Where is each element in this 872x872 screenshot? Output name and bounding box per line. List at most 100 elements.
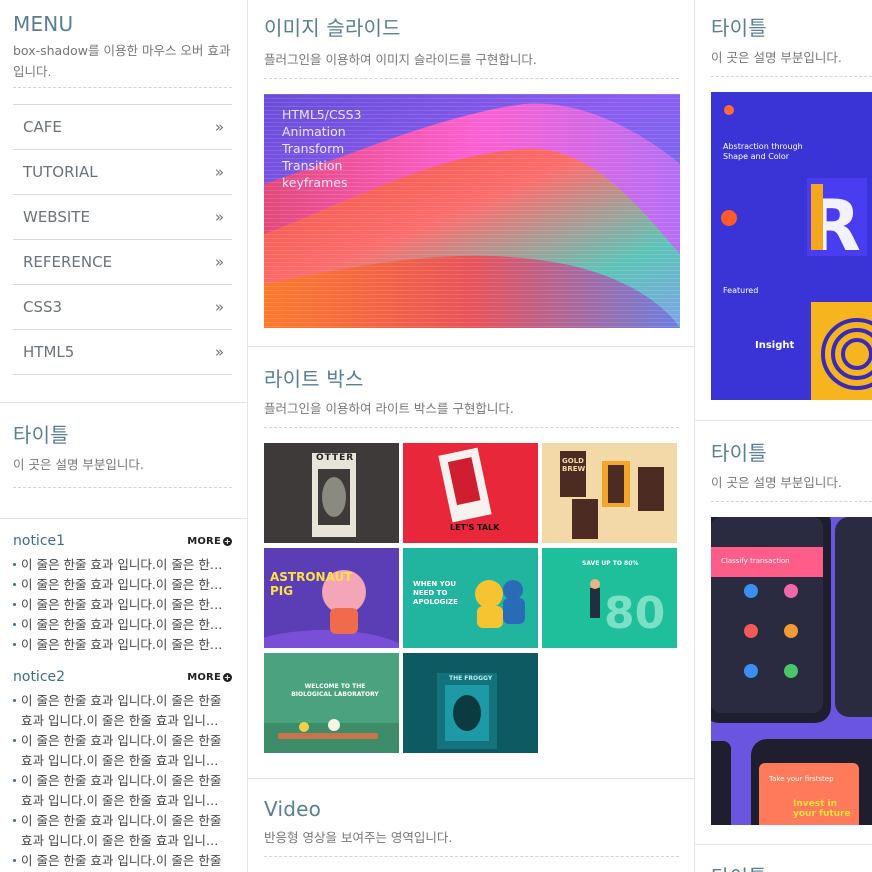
image-caption: Abstraction through Shape and Color <box>723 142 803 162</box>
section-desc: 이 곳은 설명 부분입니다. <box>13 454 232 488</box>
right-section-2: 타이틀 이 곳은 설명 부분입니다. Classify transaction … <box>695 421 872 845</box>
image-slide-section: 이미지 슬라이드 플러그인을 이용하여 이미지 슬라이드를 구현합니다. HTM… <box>248 0 694 347</box>
more-label: MORE <box>187 671 221 683</box>
section-title: 타이틀 <box>13 423 69 447</box>
video-desc: 반응형 영상을 보여주는 영역입니다. <box>264 827 679 857</box>
notice-item[interactable]: 이 줄은 한줄 효과 입니다.이 줄은 한줄 효과 입니다. <box>13 635 232 655</box>
lightbox-section: 라이트 박스 플러그인을 이용하여 라이트 박스를 구현합니다. OTTER L… <box>248 347 694 779</box>
chevron-right-icon: » <box>214 118 224 136</box>
thumbnail-grid: OTTER LET'S TALK GOLD BREW ASTRONAUT PIG… <box>264 443 679 753</box>
notice-tab-2[interactable]: notice2 <box>13 669 65 685</box>
featured-label: Featured <box>723 286 759 295</box>
chevron-right-icon: » <box>214 163 224 181</box>
video-title: Video <box>264 797 322 821</box>
right-image-1[interactable]: R Abstraction through Shape and Color Fe… <box>711 92 872 400</box>
froggy-artwork <box>437 673 497 749</box>
abstraction-artwork: R <box>721 105 872 400</box>
more-button[interactable]: MORE + <box>187 672 232 683</box>
menu-item-label: CAFE <box>23 118 62 136</box>
slide-line: keyframes <box>282 175 348 190</box>
menu-desc: box-shadow를 이용한 마우스 오버 효과입니다. <box>13 40 232 88</box>
menu-item-label: HTML5 <box>23 343 75 361</box>
thumbnail-froggy[interactable]: THE FROGGY <box>403 653 538 753</box>
thumbnail-otter[interactable]: OTTER <box>264 443 399 543</box>
thumbnail-laboratory[interactable]: WELCOME TO THE BIOLOGICAL LABORATORY <box>264 653 399 753</box>
menu-item-label: TUTORIAL <box>23 163 98 181</box>
menu-section: MENU box-shadow를 이용한 마우스 오버 효과입니다. CAFE »… <box>0 0 247 403</box>
notice-list: 이 줄은 한줄 효과 입니다.이 줄은 한줄 효과 입니다.이 줄은 한줄 효과… <box>13 691 232 872</box>
thumb-text: OTTER <box>316 453 355 463</box>
menu-item-cafe[interactable]: CAFE » <box>13 105 232 150</box>
section-title: 타이틀 <box>711 441 767 465</box>
section-title: 타이틀 <box>711 861 872 872</box>
slide-image[interactable]: HTML5/CSS3 Animation Transform Transitio… <box>264 94 680 328</box>
svg-text:80: 80 <box>604 588 665 639</box>
menu-item-reference[interactable]: REFERENCE » <box>13 240 232 285</box>
notice-item[interactable]: 이 줄은 한줄 효과 입니다.이 줄은 한줄 효과 입니다. <box>13 615 232 635</box>
right-image-2[interactable]: Classify transaction Take your firststep… <box>711 517 872 825</box>
slide-line: HTML5/CSS3 <box>282 107 362 122</box>
chevron-right-icon: » <box>214 298 224 316</box>
chevron-right-icon: » <box>214 253 224 271</box>
menu-item-label: WEBSITE <box>23 208 90 226</box>
image-caption: Take your firststep <box>769 775 834 783</box>
notice-tab-1[interactable]: notice1 <box>13 533 65 549</box>
thumbnail-gold-brew[interactable]: GOLD BREW <box>542 443 677 543</box>
laboratory-artwork <box>264 719 399 753</box>
section-title: 타이틀 <box>711 16 767 40</box>
notice-item[interactable]: 이 줄은 한줄 효과 입니다.이 줄은 한줄 효과 입니다. <box>13 595 232 615</box>
slide-title: 이미지 슬라이드 <box>264 16 401 40</box>
title-section: 타이틀 이 곳은 설명 부분입니다. <box>0 403 247 519</box>
thumb-text: WHEN YOU NEED TO APOLOGIZE <box>413 580 458 606</box>
astronaut-pig-artwork <box>264 570 399 648</box>
section-desc: 이 곳은 설명 부분입니다. <box>711 472 872 502</box>
notice-header: notice1 MORE + <box>13 533 232 549</box>
image-caption: Invest in your future <box>793 799 851 819</box>
thumb-text: ASTRONAUT PIG <box>270 570 353 598</box>
slide-desc: 플러그인을 이용하여 이미지 슬라이드를 구현합니다. <box>264 49 679 79</box>
menu-title: MENU <box>13 12 74 36</box>
menu-item-label: CSS3 <box>23 298 63 316</box>
notice-item[interactable]: 이 줄은 한줄 효과 입니다.이 줄은 한줄 효과 입니다.이 줄은 한줄 효과… <box>13 691 232 731</box>
notice-item[interactable]: 이 줄은 한줄 효과 입니다.이 줄은 한줄 효과 입니다.이 줄은 한줄 효과… <box>13 811 232 851</box>
right-column: 타이틀 이 곳은 설명 부분입니다. R Abstraction through… <box>695 0 872 872</box>
slide-line: Transition <box>282 158 343 173</box>
lightbox-title: 라이트 박스 <box>264 367 364 391</box>
notice-header: notice2 MORE + <box>13 669 232 685</box>
thumb-text: GOLD BREW <box>562 457 586 473</box>
caption-line: Shape and Color <box>723 152 790 161</box>
menu-item-tutorial[interactable]: TUTORIAL » <box>13 150 232 195</box>
right-section-3: 타이틀 <box>695 845 872 872</box>
notice-item[interactable]: 이 줄은 한줄 효과 입니다.이 줄은 한줄 효과 입니다.이 줄은 한줄 효과… <box>13 771 232 811</box>
menu-list: CAFE » TUTORIAL » WEBSITE » REFERENCE » CSS3… <box>13 104 232 375</box>
menu-item-css3[interactable]: CSS3 » <box>13 285 232 330</box>
menu-item-website[interactable]: WEBSITE » <box>13 195 232 240</box>
thumbnail-astronaut-pig[interactable]: ASTRONAUT PIG <box>264 548 399 648</box>
slide-line: Transform <box>282 141 345 156</box>
plus-icon: + <box>223 536 232 546</box>
image-caption: Classify transaction <box>721 557 790 565</box>
section-desc: 이 곳은 설명 부분입니다. <box>711 47 872 77</box>
more-button[interactable]: MORE + <box>187 536 232 547</box>
caption-line: Abstraction through <box>723 142 803 151</box>
video-section: Video 반응형 영상을 보여주는 영역입니다. <box>248 779 694 857</box>
chevron-right-icon: » <box>214 208 224 226</box>
thumb-text: SAVE UP TO 80% <box>582 560 639 567</box>
left-column: MENU box-shadow를 이용한 마우스 오버 효과입니다. CAFE »… <box>0 0 248 872</box>
notice-item[interactable]: 이 줄은 한줄 효과 입니다.이 줄은 한줄 효과 입니다.이 줄은 한줄 효과… <box>13 851 232 872</box>
notice-item[interactable]: 이 줄은 한줄 효과 입니다.이 줄은 한줄 효과 입니다.이 줄은 한줄 효과… <box>13 731 232 771</box>
insight-label: Insight <box>755 340 795 351</box>
slide-line: Animation <box>282 124 346 139</box>
slide-overlay-text: HTML5/CSS3 Animation Transform Transitio… <box>282 106 362 191</box>
thumbnail-lets-talk[interactable]: LET'S TALK <box>403 443 538 543</box>
notice-item[interactable]: 이 줄은 한줄 효과 입니다.이 줄은 한줄 효과 입니다. <box>13 575 232 595</box>
menu-item-html5[interactable]: HTML5 » <box>13 330 232 375</box>
notice-item[interactable]: 이 줄은 한줄 효과 입니다.이 줄은 한줄 효과 입니다. <box>13 555 232 575</box>
middle-column: 이미지 슬라이드 플러그인을 이용하여 이미지 슬라이드를 구현합니다. HTM… <box>248 0 695 872</box>
thumbnail-apologize[interactable]: WHEN YOU NEED TO APOLOGIZE <box>403 548 538 648</box>
menu-item-label: REFERENCE <box>23 253 113 271</box>
thumbnail-save[interactable]: 80 SAVE UP TO 80% <box>542 548 677 648</box>
more-label: MORE <box>187 535 221 547</box>
notice-list: 이 줄은 한줄 효과 입니다.이 줄은 한줄 효과 입니다. 이 줄은 한줄 효… <box>13 555 232 655</box>
lightbox-desc: 플러그인을 이용하여 라이트 박스를 구현합니다. <box>264 398 679 428</box>
